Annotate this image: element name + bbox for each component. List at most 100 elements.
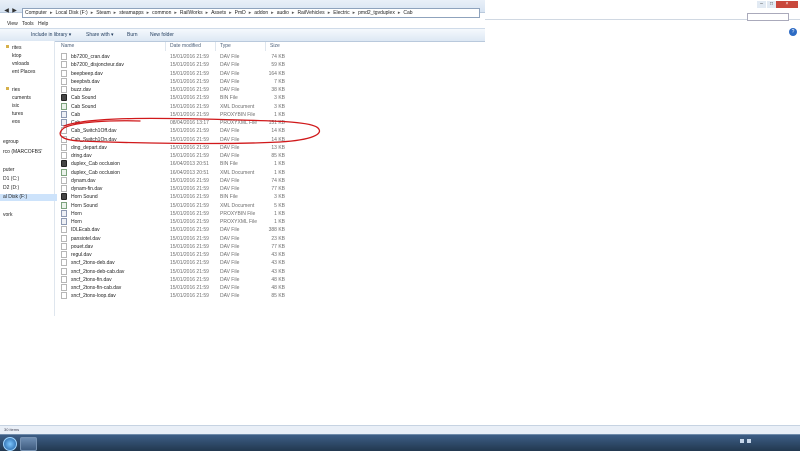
file-row[interactable]: duplex_Cab occlusion 16/04/2013 20:51 XML … — [57, 168, 357, 177]
file-date: 15/01/2016 21:59 — [170, 235, 209, 242]
breadcrumb-separator-icon[interactable]: ▸ — [353, 10, 356, 16]
breadcrumb-separator-icon[interactable]: ▸ — [114, 10, 117, 16]
include-in-library-button[interactable]: Include in library ▾ — [31, 32, 71, 38]
share-with-button[interactable]: Share with ▾ — [86, 32, 114, 38]
file-row[interactable]: beepbvb.dav 15/01/2016 21:59 DAV File 7 KB — [57, 77, 357, 86]
file-row[interactable]: Horn 15/01/2016 21:59 PROXYXML File 1 KB — [57, 218, 357, 226]
breadcrumb-separator-icon[interactable]: ▸ — [271, 10, 274, 16]
file-row[interactable]: buzz.dav 15/01/2016 21:59 DAV File 38 KB — [57, 86, 357, 94]
column-divider[interactable] — [165, 42, 166, 51]
breadcrumb-separator-icon[interactable]: ▸ — [174, 10, 177, 16]
file-row[interactable]: bb7200_disjoncteur.dav 15/01/2016 21:59 DA… — [57, 61, 357, 69]
nav-music[interactable]: isic — [12, 103, 19, 110]
nav-libraries[interactable]: ries — [12, 87, 20, 94]
back-icon[interactable]: ◀ — [3, 8, 10, 15]
nav-downloads[interactable]: vnloads — [12, 61, 29, 68]
nav-documents[interactable]: cuments — [12, 95, 31, 102]
breadcrumb-separator-icon[interactable]: ▸ — [229, 10, 232, 16]
breadcrumb-item[interactable]: PmD — [235, 10, 246, 16]
nav-pictures[interactable]: tures — [12, 111, 23, 118]
file-row[interactable]: Cab Sound 15/01/2016 21:59 BIN File 3 KB — [57, 94, 357, 102]
menu-tools[interactable]: Tools — [22, 20, 34, 28]
new-folder-button[interactable]: New folder — [150, 32, 174, 38]
taskbar-explorer-button[interactable] — [20, 437, 37, 451]
file-row[interactable]: sncf_2tons-fin-cab.dav 15/01/2016 21:59 DA… — [57, 284, 357, 292]
column-date-modified[interactable]: Date modified — [170, 43, 201, 50]
breadcrumb-item[interactable]: steamapps — [119, 10, 143, 16]
nav-network[interactable]: vork — [3, 212, 12, 219]
file-row[interactable]: Cab Sound 15/01/2016 21:59 XML Document 3 K… — [57, 102, 357, 111]
search-input[interactable] — [747, 13, 789, 21]
breadcrumb-separator-icon[interactable]: ▸ — [292, 10, 295, 16]
file-row[interactable]: pansiotel.dav 15/01/2016 21:59 DAV File 23 … — [57, 234, 357, 243]
breadcrumb-item[interactable]: Local Disk (F:) — [55, 10, 87, 16]
nav-homegroup[interactable]: egroup — [3, 139, 19, 146]
nav-recent-places[interactable]: ent Places — [12, 69, 35, 76]
nav-videos[interactable]: eos — [12, 119, 20, 126]
breadcrumb-item[interactable]: addon — [254, 10, 268, 16]
breadcrumb-separator-icon[interactable]: ▸ — [50, 10, 53, 16]
menu-view[interactable]: View — [7, 20, 18, 28]
start-button[interactable] — [3, 437, 17, 451]
network-tray-icon[interactable] — [740, 439, 744, 443]
xml-file-icon — [61, 102, 67, 110]
breadcrumb-item[interactable]: audio — [277, 10, 289, 16]
breadcrumb-separator-icon[interactable]: ▸ — [91, 10, 94, 16]
burn-button[interactable]: Burn — [127, 32, 138, 38]
breadcrumb-item[interactable]: RailVehicles — [297, 10, 324, 16]
file-size: 1 KB — [274, 210, 285, 217]
volume-tray-icon[interactable] — [747, 439, 751, 443]
breadcrumb-item[interactable]: common — [152, 10, 171, 16]
file-row[interactable]: pouet.dav 15/01/2016 21:59 DAV File 77 KB — [57, 242, 357, 251]
column-divider[interactable] — [215, 42, 216, 51]
nav-drive-f[interactable]: al Disk (F:) — [0, 194, 57, 201]
file-size: 43 KB — [271, 252, 285, 258]
file-row[interactable]: sncf_2tons-deb-cab.dav 15/01/2016 21:59 DA… — [57, 267, 357, 276]
menu-help[interactable]: Help — [38, 20, 48, 28]
file-row[interactable]: Horn Sound 15/01/2016 21:59 XML Document 5 … — [57, 201, 357, 210]
file-row[interactable]: bb7200_cran.dav 15/01/2016 21:59 DAV File 7… — [57, 53, 357, 61]
file-row[interactable]: sncf_2tons-loop.dav 15/01/2016 21:59 DAV F… — [57, 292, 357, 300]
help-icon[interactable]: ? — [789, 28, 797, 36]
file-row[interactable]: IDLEcab.dav 15/01/2016 21:59 DAV File 388 K… — [57, 226, 357, 234]
dav-file-icon — [61, 242, 67, 250]
breadcrumb-separator-icon[interactable]: ▸ — [206, 10, 209, 16]
breadcrumb-separator-icon[interactable]: ▸ — [398, 10, 401, 16]
breadcrumb-separator-icon[interactable]: ▸ — [249, 10, 252, 16]
minimize-button[interactable]: – — [757, 1, 766, 8]
nav-user[interactable]: rco (MARCOFBS' — [3, 149, 42, 156]
maximize-button[interactable]: □ — [767, 1, 776, 8]
breadcrumb-item[interactable]: Computer — [25, 10, 47, 16]
column-size[interactable]: Size — [270, 43, 280, 50]
forward-icon[interactable]: ▶ — [11, 8, 18, 15]
file-row[interactable]: Horn 15/01/2016 21:59 PROXYBIN File 1 KB — [57, 209, 357, 218]
breadcrumb-item[interactable]: Assets — [211, 10, 226, 16]
breadcrumb-item[interactable]: pmd2_tgvduplex — [358, 10, 395, 16]
close-button[interactable]: × — [776, 1, 798, 8]
file-name: sncf_2tons-deb.dav — [71, 260, 115, 267]
address-bar[interactable]: Computer ▸ Local Disk (F:) ▸ Steam ▸ steamapps… — [22, 8, 480, 18]
nav-computer[interactable]: puter — [3, 167, 14, 174]
file-row[interactable]: Horn Sound 15/01/2016 21:59 BIN File 3 KB — [57, 193, 357, 201]
dav-file-icon — [61, 267, 67, 275]
breadcrumb-separator-icon[interactable]: ▸ — [328, 10, 331, 16]
breadcrumb-separator-icon[interactable]: ▸ — [147, 10, 150, 16]
nav-desktop[interactable]: ktop — [12, 53, 21, 60]
column-divider[interactable] — [265, 42, 266, 51]
file-row[interactable]: sncf_2tons-fin.dav 15/01/2016 21:59 DAV Fi… — [57, 275, 357, 284]
breadcrumb-item[interactable]: Cab — [403, 10, 412, 16]
breadcrumb-item[interactable]: Steam — [96, 10, 110, 16]
file-row[interactable]: sncf_2tons-deb.dav 15/01/2016 21:59 DAV Fi… — [57, 259, 357, 267]
column-name[interactable]: Name — [61, 43, 74, 50]
nav-favorites[interactable]: rites — [12, 45, 21, 52]
nav-drive-c[interactable]: D1 (C:) — [3, 176, 19, 183]
nav-drive-d[interactable]: D2 (D:) — [3, 185, 19, 192]
clock[interactable] — [760, 438, 761, 443]
file-row[interactable]: dynam.dav 15/01/2016 21:59 DAV File 74 KB — [57, 176, 357, 185]
file-row[interactable]: dynam-fin.dav 15/01/2016 21:59 DAV File 77 … — [57, 185, 357, 193]
file-row[interactable]: regul.dav 15/01/2016 21:59 DAV File 43 KB — [57, 251, 357, 259]
breadcrumb-item[interactable]: RailWorks — [180, 10, 203, 16]
breadcrumb-item[interactable]: Electric — [333, 10, 349, 16]
column-type[interactable]: Type — [220, 43, 231, 50]
file-row[interactable]: beepbeep.dav 15/01/2016 21:59 DAV File 164 … — [57, 69, 357, 78]
